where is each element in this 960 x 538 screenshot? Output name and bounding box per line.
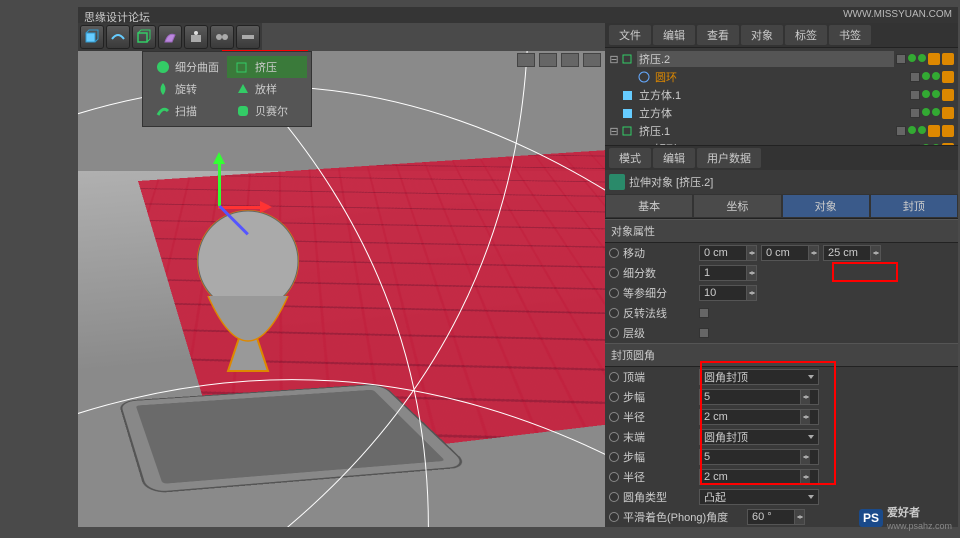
layer-checkbox[interactable] xyxy=(699,328,709,338)
subdiv-icon xyxy=(155,59,171,75)
axis-x[interactable] xyxy=(218,206,268,209)
prop-layer: 层级 xyxy=(605,323,958,343)
misc-tool[interactable] xyxy=(236,25,260,49)
tree-row: ⊟挤压.2 xyxy=(605,50,958,68)
physics-tool[interactable] xyxy=(210,25,234,49)
app-frame: 思缘设计论坛 WWW.MISSYUAN.COM 细分曲面 挤压 旋转 放样 扫描… xyxy=(0,0,960,538)
tree-row: ⊟挤压.1 xyxy=(605,122,958,140)
dd-rotate[interactable]: 旋转 xyxy=(147,78,227,100)
phong-tag-icon xyxy=(928,53,940,65)
cube-icon xyxy=(621,88,635,102)
tree-row: 圆环 xyxy=(605,68,958,86)
bottom-watermark: PS 爱好者www.psahz.com xyxy=(859,504,952,532)
deformer-tool[interactable] xyxy=(158,25,182,49)
om-tags[interactable]: 标签 xyxy=(785,25,827,45)
step2-field[interactable] xyxy=(699,449,819,465)
rad2-field[interactable] xyxy=(699,469,819,485)
loft-icon xyxy=(235,81,251,97)
vp-layout[interactable] xyxy=(583,53,601,67)
prop-subdiv: 细分数 xyxy=(605,263,958,283)
am-edit[interactable]: 编辑 xyxy=(653,148,695,168)
extrude-obj-icon xyxy=(609,174,625,190)
lathe-icon xyxy=(155,81,171,97)
axis-y[interactable] xyxy=(218,156,221,206)
prop-rad2: 半径 xyxy=(605,467,958,487)
nurbs-tool[interactable] xyxy=(106,25,130,49)
extrude-icon xyxy=(621,124,635,138)
sweep-icon xyxy=(155,103,171,119)
attr-sub-tabs: 基本 坐标 对象 封顶 xyxy=(605,194,958,219)
generator-dropdown: 细分曲面 挤压 旋转 放样 扫描 贝赛尔 xyxy=(142,51,312,127)
move-z-field[interactable] xyxy=(823,245,881,261)
prop-step1: 步幅 xyxy=(605,387,958,407)
generator-toolbar xyxy=(78,23,262,51)
om-view[interactable]: 查看 xyxy=(697,25,739,45)
am-mode[interactable]: 模式 xyxy=(609,148,651,168)
tree-row: 立方体 xyxy=(605,104,958,122)
bezier-icon xyxy=(235,103,251,119)
prop-top: 顶端圆角封顶 xyxy=(605,367,958,387)
extrude-icon xyxy=(621,52,635,66)
move-y-field[interactable] xyxy=(761,245,819,261)
ps-logo: PS xyxy=(859,509,883,527)
move-x-field[interactable] xyxy=(699,245,757,261)
om-bookmarks[interactable]: 书签 xyxy=(829,25,871,45)
prop-flip: 反转法线 xyxy=(605,303,958,323)
circle-icon xyxy=(637,70,651,84)
dd-loft[interactable]: 放样 xyxy=(227,78,307,100)
viewport-nav xyxy=(517,53,601,67)
right-panel: 文件 编辑 查看 对象 标签 书签 ⊟挤压.2 圆环 立方体.1 立方体 ⊟挤压… xyxy=(605,23,958,527)
subdiv-field[interactable] xyxy=(699,265,757,281)
tree-row: 立方体.1 xyxy=(605,86,958,104)
prop-step2: 步幅 xyxy=(605,447,958,467)
top-watermark: 思缘设计论坛 WWW.MISSYUAN.COM xyxy=(78,7,958,23)
tab-caps[interactable]: 封顶 xyxy=(870,194,958,218)
object-manager-menu: 文件 编辑 查看 对象 标签 书签 xyxy=(605,23,958,48)
fillet-type-select[interactable]: 凸起 xyxy=(699,489,819,505)
prop-move: 移动 xyxy=(605,243,958,263)
attr-header: 拉伸对象 [挤压.2] xyxy=(605,170,958,194)
flip-checkbox[interactable] xyxy=(699,308,709,318)
cube-icon xyxy=(621,106,635,120)
rad1-field[interactable] xyxy=(699,409,819,425)
attribute-manager-menu: 模式 编辑 用户数据 xyxy=(605,145,958,170)
prop-bot: 末端圆角封顶 xyxy=(605,427,958,447)
tab-basic[interactable]: 基本 xyxy=(605,194,693,218)
extrude-icon xyxy=(235,59,251,75)
watermark-url: WWW.MISSYUAN.COM xyxy=(843,9,952,20)
generator-tool[interactable] xyxy=(132,25,156,49)
step1-field[interactable] xyxy=(699,389,819,405)
prop-iso: 等参细分 xyxy=(605,283,958,303)
cube-tool[interactable] xyxy=(80,25,104,49)
om-edit[interactable]: 编辑 xyxy=(653,25,695,45)
dd-sweep[interactable]: 扫描 xyxy=(147,100,227,122)
om-file[interactable]: 文件 xyxy=(609,25,651,45)
top-cap-select[interactable]: 圆角封顶 xyxy=(699,369,819,385)
dd-extrude[interactable]: 挤压 xyxy=(227,56,307,78)
bot-cap-select[interactable]: 圆角封顶 xyxy=(699,429,819,445)
vp-rotate[interactable] xyxy=(561,53,579,67)
tab-coord[interactable]: 坐标 xyxy=(693,194,781,218)
phong-field[interactable] xyxy=(747,509,805,525)
am-userdata[interactable]: 用户数据 xyxy=(697,148,761,168)
vp-pan[interactable] xyxy=(517,53,535,67)
attr-title: 拉伸对象 [挤压.2] xyxy=(629,174,713,190)
tab-object[interactable]: 对象 xyxy=(782,194,870,218)
prop-rad1: 半径 xyxy=(605,407,958,427)
object-props-header: 对象属性 xyxy=(605,219,958,243)
caps-header: 封顶圆角 xyxy=(605,343,958,367)
object-tree[interactable]: ⊟挤压.2 圆环 立方体.1 立方体 ⊟挤压.1 矩形.1 ⊟挤压 矩形.4 xyxy=(605,48,958,145)
dd-subdiv[interactable]: 细分曲面 xyxy=(147,56,227,78)
scene-tool[interactable] xyxy=(184,25,208,49)
om-object[interactable]: 对象 xyxy=(741,25,783,45)
vp-zoom[interactable] xyxy=(539,53,557,67)
dd-bezier[interactable]: 贝赛尔 xyxy=(227,100,307,122)
iso-field[interactable] xyxy=(699,285,757,301)
